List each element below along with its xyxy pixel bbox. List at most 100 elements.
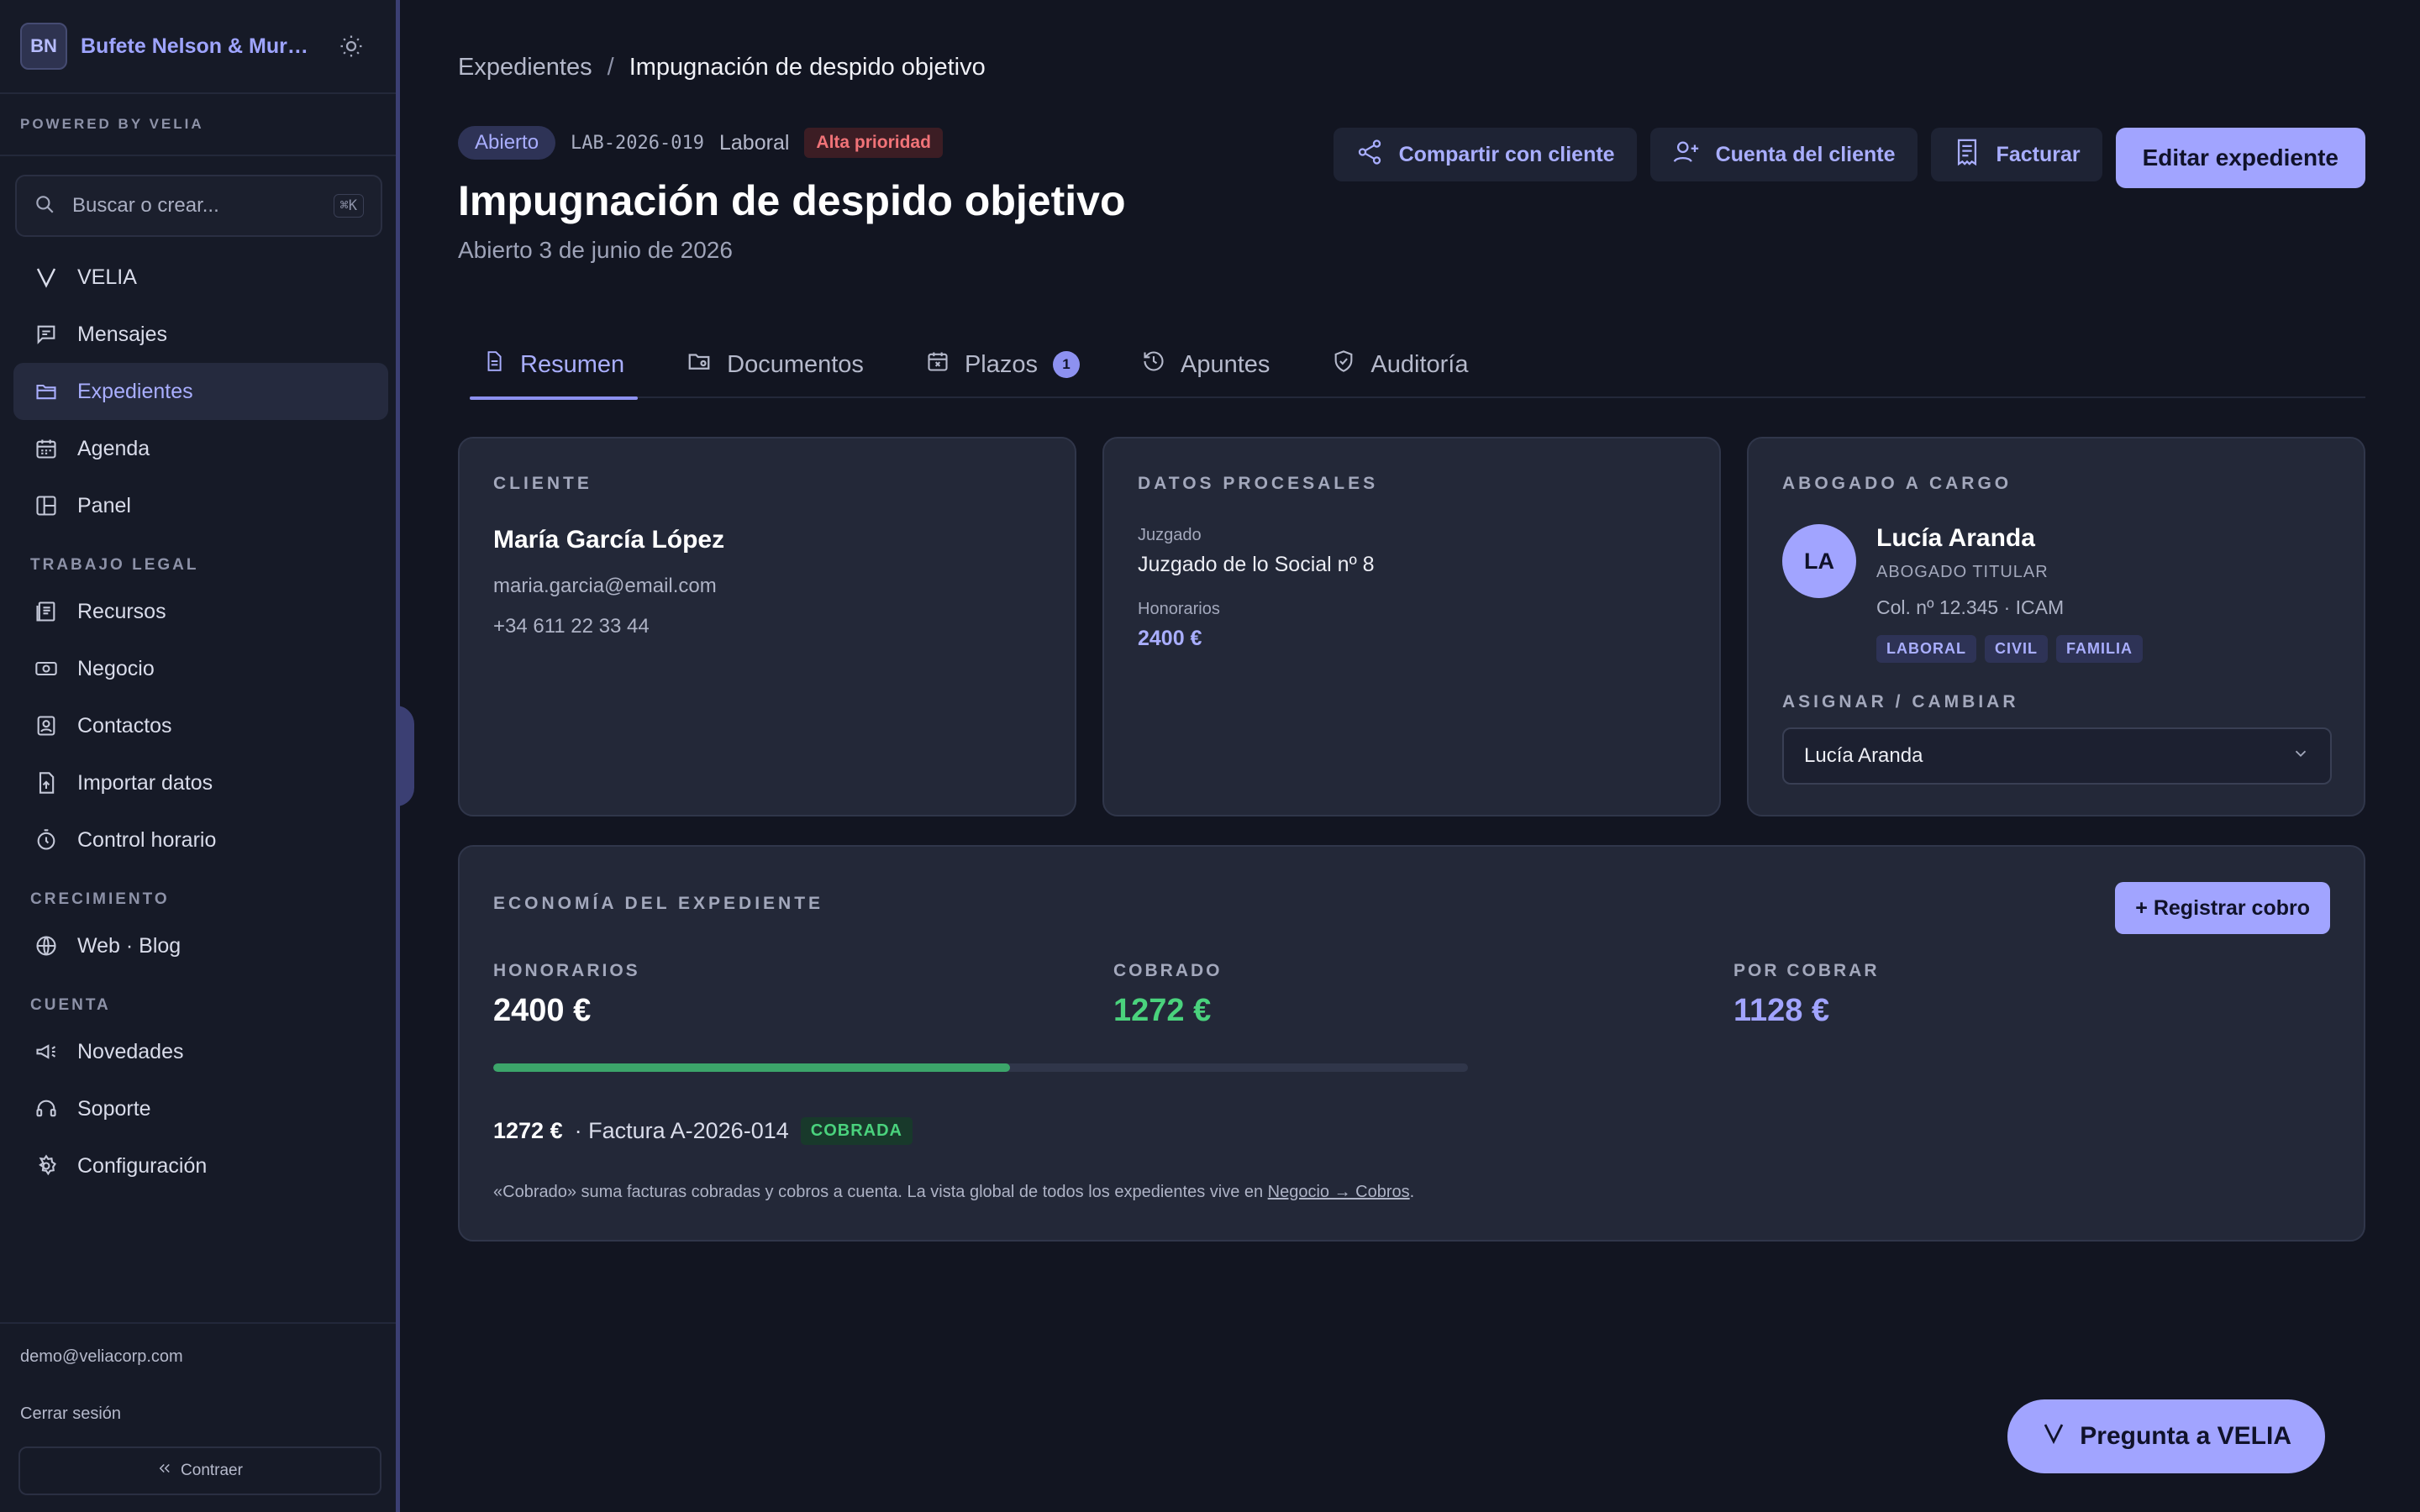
- tab-auditoria[interactable]: Auditoría: [1318, 331, 1481, 398]
- folder-settings-icon: [687, 349, 712, 381]
- sidebar-item-label: Web · Blog: [77, 933, 182, 958]
- search-shortcut: ⌘K: [333, 194, 364, 218]
- sidebar-item-agenda[interactable]: Agenda: [13, 420, 388, 477]
- invoice-row[interactable]: 1272 € · Factura A-2026-014 COBRADA: [493, 1117, 913, 1145]
- calendar-icon: [34, 436, 59, 461]
- specialty-chips: LABORAL CIVIL FAMILIA: [1876, 635, 2144, 663]
- tab-plazos[interactable]: Plazos 1: [913, 331, 1093, 398]
- tab-documentos[interactable]: Documentos: [673, 331, 877, 398]
- search-box[interactable]: Buscar o crear... ⌘K: [15, 175, 382, 237]
- firm-logo[interactable]: BN: [20, 23, 67, 70]
- econ-fees-label: HONORARIOS: [493, 961, 640, 980]
- sidebar-item-mensajes[interactable]: Mensajes: [13, 306, 388, 363]
- client-card: CLIENTE María García López maria.garcia@…: [458, 437, 1076, 816]
- breadcrumb-expedientes[interactable]: Expedientes: [458, 54, 592, 81]
- client-account-button[interactable]: Cuenta del cliente: [1649, 128, 1918, 181]
- negocio-cobros-link[interactable]: Negocio → Cobros: [1268, 1183, 1410, 1201]
- assign-label: ASIGNAR / CAMBIAR: [1782, 692, 2019, 711]
- sidebar-item-expedientes[interactable]: Expedientes: [13, 363, 388, 420]
- client-phone[interactable]: +34 611 22 33 44: [493, 615, 650, 638]
- invoice-number: · Factura A-2026-014: [574, 1118, 789, 1143]
- share-label: Compartir con cliente: [1398, 142, 1615, 166]
- collapse-button[interactable]: Contraer: [18, 1446, 381, 1495]
- tab-label: Auditoría: [1370, 350, 1469, 378]
- header-actions: Compartir con cliente Cuenta del cliente…: [1333, 128, 2365, 188]
- register-payment-button[interactable]: + Registrar cobro: [2115, 882, 2330, 934]
- logout-link[interactable]: Cerrar sesión: [20, 1404, 121, 1424]
- search-input[interactable]: Buscar o crear...: [72, 194, 334, 218]
- invoice-amount: 1272 €: [493, 1118, 563, 1143]
- sidebar-item-label: Mensajes: [77, 322, 167, 346]
- tab-resumen[interactable]: Resumen: [470, 331, 639, 400]
- sidebar-header: BN Bufete Nelson & Murdock: [0, 0, 396, 94]
- economy-card: ECONOMÍA DEL EXPEDIENTE + Registrar cobr…: [458, 845, 2365, 1242]
- sidebar-footer: demo@veliacorp.com Cerrar sesión Contrae…: [0, 1322, 396, 1512]
- nav-main: VELIA Mensajes Expedientes Agenda Panel: [13, 249, 388, 1194]
- chevron-down-icon: [2291, 744, 2310, 769]
- client-email[interactable]: maria.garcia@email.com: [493, 575, 717, 598]
- sidebar-item-control-horario[interactable]: Control horario: [13, 811, 388, 869]
- collection-progress-bar: [493, 1063, 1468, 1072]
- globe-icon: [34, 933, 59, 958]
- sidebar-item-contactos[interactable]: Contactos: [13, 697, 388, 754]
- sidebar-item-novedades[interactable]: Novedades: [13, 1023, 388, 1080]
- sidebar-item-recursos[interactable]: Recursos: [13, 583, 388, 640]
- megaphone-icon: [34, 1039, 59, 1064]
- sidebar-resize-handle[interactable]: [396, 706, 414, 806]
- book-icon: [34, 599, 59, 624]
- powered-by: POWERED BY VELIA: [0, 94, 396, 156]
- lawyer-card: ABOGADO A CARGO LA Lucía Aranda ABOGADO …: [1747, 437, 2365, 816]
- invoice-button[interactable]: Facturar: [1930, 128, 2102, 181]
- sidebar-item-label: Importar datos: [77, 770, 213, 795]
- sidebar-item-label: Negocio: [77, 656, 155, 680]
- sidebar-item-soporte[interactable]: Soporte: [13, 1080, 388, 1137]
- specialty-chip: FAMILIA: [2056, 635, 2144, 663]
- tab-apuntes[interactable]: Apuntes: [1128, 331, 1283, 398]
- econ-fees: HONORARIOS 2400 €: [493, 961, 640, 1029]
- tab-label: Plazos: [964, 350, 1038, 378]
- support-icon: [34, 1096, 59, 1121]
- firm-name[interactable]: Bufete Nelson & Murdock: [81, 34, 316, 59]
- sidebar-item-label: Expedientes: [77, 379, 193, 403]
- sidebar-item-configuracion[interactable]: Configuración: [13, 1137, 388, 1194]
- share-with-client-button[interactable]: Compartir con cliente: [1333, 128, 1637, 181]
- sidebar-item-label: Configuración: [77, 1153, 208, 1178]
- folder-icon: [34, 379, 59, 404]
- lawyer-name: Lucía Aranda: [1876, 524, 2035, 552]
- sidebar-item-negocio[interactable]: Negocio: [13, 640, 388, 697]
- note-text: «Cobrado» suma facturas cobradas y cobro…: [493, 1183, 1268, 1201]
- collapse-label: Contraer: [181, 1462, 243, 1479]
- sun-icon[interactable]: [336, 31, 366, 61]
- share-icon: [1355, 138, 1384, 172]
- case-code: LAB-2026-019: [571, 132, 704, 154]
- sidebar-item-web-blog[interactable]: Web · Blog: [13, 917, 388, 974]
- lawyer-select[interactable]: Lucía Aranda: [1782, 727, 2332, 785]
- sidebar-item-panel[interactable]: Panel: [13, 477, 388, 534]
- breadcrumb-current: Impugnación de despido objetivo: [629, 54, 986, 81]
- invoice-label: Facturar: [1996, 142, 2081, 166]
- panel-icon: [34, 493, 59, 518]
- velia-logo-icon: [2041, 1420, 2066, 1452]
- card-title: ABOGADO A CARGO: [1782, 474, 2012, 493]
- calendar-x-icon: [926, 349, 950, 380]
- search-icon: [34, 193, 55, 219]
- case-area: Laboral: [719, 130, 790, 155]
- avatar: LA: [1782, 524, 1856, 598]
- card-title: CLIENTE: [493, 474, 592, 493]
- document-icon: [483, 350, 505, 379]
- receipt-icon: [1953, 138, 1981, 172]
- edit-case-button[interactable]: Editar expediente: [2115, 128, 2365, 188]
- sidebar-item-importar[interactable]: Importar datos: [13, 754, 388, 811]
- lawyer-college: Col. nº 12.345 · ICAM: [1876, 596, 2065, 618]
- invoice-status-badge: COBRADA: [800, 1117, 913, 1145]
- lawyer-select-value: Lucía Aranda: [1804, 744, 1923, 767]
- history-icon: [1142, 349, 1165, 380]
- ask-velia-button[interactable]: Pregunta a VELIA: [2007, 1399, 2325, 1473]
- econ-fees-value: 2400 €: [493, 993, 592, 1028]
- sidebar-item-label: VELIA: [77, 265, 137, 289]
- econ-collected-value: 1272 €: [1113, 993, 1212, 1028]
- sidebar: BN Bufete Nelson & Murdock POWERED BY VE…: [0, 0, 400, 1512]
- sidebar-item-velia[interactable]: VELIA: [13, 249, 388, 306]
- money-icon: [34, 656, 59, 681]
- main-content: Expedientes / Impugnación de despido obj…: [458, 0, 2365, 1512]
